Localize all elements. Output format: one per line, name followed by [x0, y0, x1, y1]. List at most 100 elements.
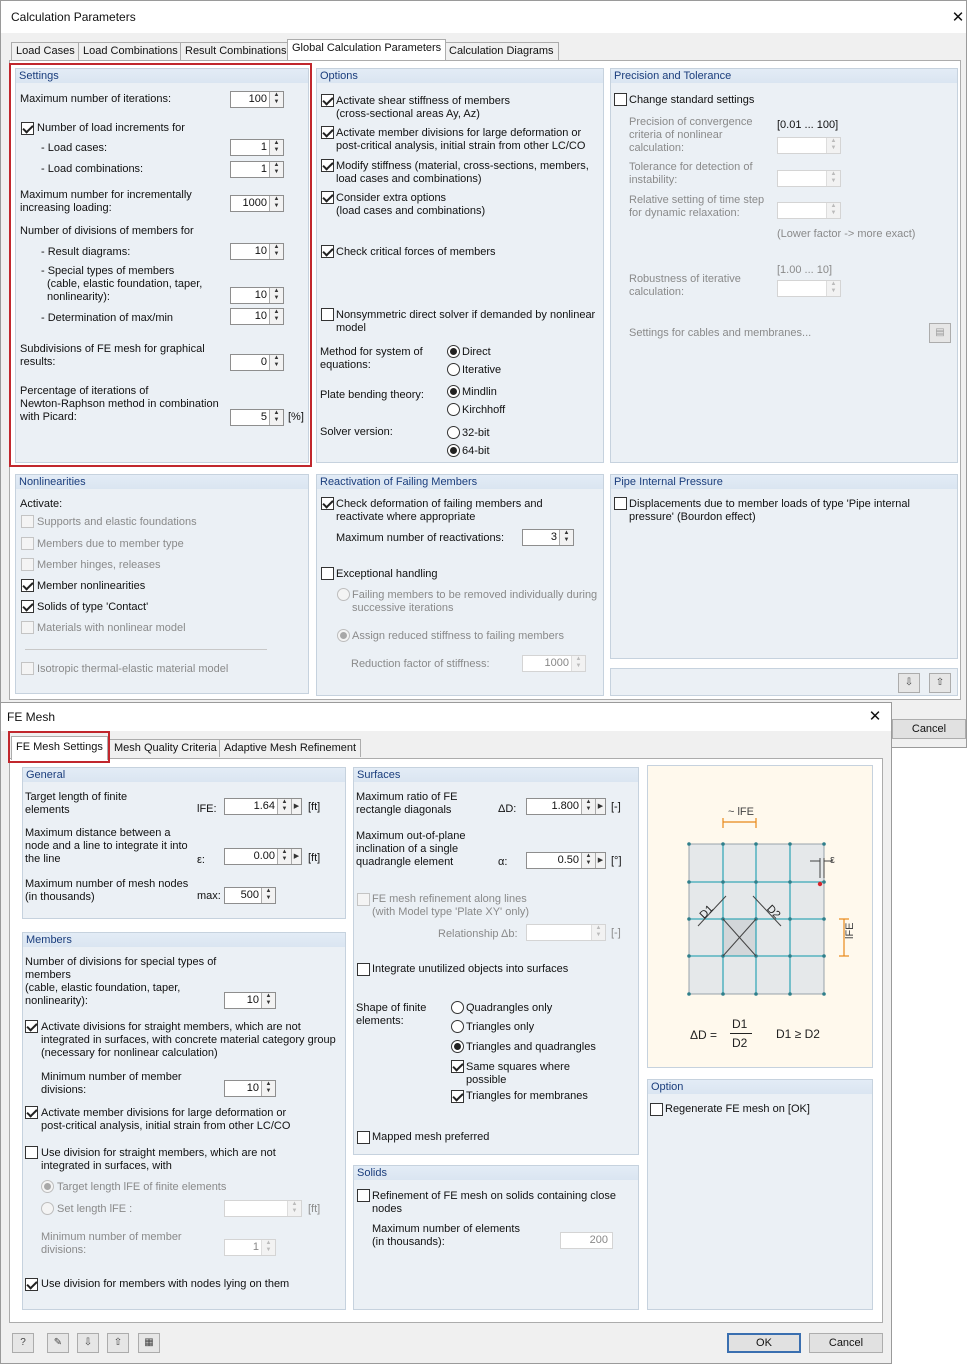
tab-mesh-quality-criteria[interactable]: Mesh Quality Criteria — [109, 739, 222, 757]
spin-arrows-icon[interactable]: ▲ ▼ — [277, 799, 291, 814]
mesh-nodes-spinner[interactable]: 500 ▲ ▼ — [224, 887, 276, 904]
activate-divisions-checkbox[interactable] — [25, 1020, 38, 1033]
spin-arrows-icon[interactable]: ▲ ▼ — [826, 281, 840, 296]
hinges-checkbox[interactable] — [21, 558, 34, 571]
refinement-lines-checkbox[interactable] — [357, 893, 370, 906]
kirchhoff-radio[interactable] — [447, 403, 460, 416]
arrow-right-icon[interactable]: ▶ — [291, 799, 301, 814]
defaults-icon[interactable]: ▦ — [138, 1333, 160, 1353]
member-nonlinearities-checkbox[interactable] — [21, 579, 34, 592]
integrate-checkbox[interactable] — [357, 963, 370, 976]
tab-calculation-diagrams[interactable]: Calculation Diagrams — [444, 42, 559, 60]
triangles-quadrangles-radio[interactable] — [451, 1040, 464, 1053]
spin-arrows-icon[interactable]: ▲ ▼ — [581, 853, 595, 868]
spin-arrows-icon[interactable]: ▲ ▼ — [826, 138, 840, 153]
robustness-spinner[interactable]: ▲ ▼ — [777, 280, 841, 297]
spin-arrows-icon[interactable]: ▲ ▼ — [261, 1081, 275, 1096]
help-icon[interactable]: ? — [12, 1333, 34, 1353]
arrow-right-icon[interactable]: ▶ — [595, 853, 605, 868]
tab-adaptive-mesh-refinement[interactable]: Adaptive Mesh Refinement — [219, 739, 362, 757]
use-division-checkbox[interactable] — [25, 1146, 38, 1159]
change-standard-checkbox[interactable] — [614, 93, 627, 106]
supports-checkbox[interactable] — [21, 515, 34, 528]
min-divisions-2-spinner[interactable]: 1 ▲ ▼ — [224, 1239, 276, 1256]
mapped-mesh-checkbox[interactable] — [357, 1131, 370, 1144]
import-icon[interactable]: ⇩ — [77, 1333, 99, 1353]
mindlin-radio[interactable] — [447, 385, 460, 398]
tab-load-cases[interactable]: Load Cases — [11, 42, 80, 60]
arrow-right-icon[interactable]: ▶ — [595, 799, 605, 814]
spin-arrows-icon[interactable]: ▲ ▼ — [571, 656, 585, 671]
spin-arrows-icon[interactable]: ▲ ▼ — [261, 888, 275, 903]
relationship-spinner[interactable]: ▲ ▼ — [526, 924, 606, 941]
fe-close-icon[interactable]: ✕ — [864, 707, 886, 725]
tolerance-spinner[interactable]: ▲ ▼ — [777, 170, 841, 187]
fe-cancel-button[interactable]: Cancel — [809, 1333, 883, 1353]
set-length-radio[interactable] — [41, 1202, 54, 1215]
edit-icon[interactable]: ✎ — [47, 1333, 69, 1353]
shear-stiffness-checkbox[interactable] — [321, 94, 334, 107]
tab-result-combinations[interactable]: Result Combinations — [180, 42, 292, 60]
min-divisions-spinner[interactable]: 10 ▲ ▼ — [224, 1080, 276, 1097]
max-distance-spinner[interactable]: 0.00 ▲ ▼ ▶ — [224, 848, 302, 865]
exceptional-checkbox[interactable] — [321, 567, 334, 580]
direct-radio[interactable] — [447, 345, 460, 358]
check-deformation-checkbox[interactable] — [321, 497, 334, 510]
max-elements-field[interactable]: 200 — [560, 1232, 613, 1249]
isotropic-checkbox[interactable] — [21, 662, 34, 675]
close-icon[interactable]: ✕ — [947, 8, 967, 26]
32bit-radio[interactable] — [447, 426, 460, 439]
triangles-radio[interactable] — [451, 1020, 464, 1033]
export-icon[interactable]: ⇧ — [929, 673, 951, 693]
calc-cancel-button[interactable]: Cancel — [892, 719, 966, 739]
tab-load-combinations[interactable]: Load Combinations — [78, 42, 183, 60]
spin-arrows-icon[interactable]: ▲ ▼ — [261, 993, 275, 1008]
same-squares-checkbox[interactable] — [451, 1060, 464, 1073]
regenerate-checkbox[interactable] — [650, 1103, 663, 1116]
nodes-lying-checkbox[interactable] — [25, 1278, 38, 1291]
modify-stiffness-checkbox[interactable] — [321, 159, 334, 172]
ok-button[interactable]: OK — [727, 1333, 801, 1353]
quadrangles-radio[interactable] — [451, 1001, 464, 1014]
spin-arrows-icon[interactable]: ▲ ▼ — [591, 925, 605, 940]
time-step-spinner[interactable]: ▲ ▼ — [777, 202, 841, 219]
critical-forces-checkbox[interactable] — [321, 245, 334, 258]
materials-checkbox[interactable] — [21, 621, 34, 634]
member-divisions-checkbox[interactable] — [321, 126, 334, 139]
special-types-spinner[interactable]: 10 ▲ ▼ — [224, 992, 276, 1009]
spin-arrows-icon[interactable]: ▲ ▼ — [277, 849, 291, 864]
triangles-membranes-checkbox[interactable] — [451, 1090, 464, 1103]
spin-arrows-icon[interactable]: ▲ ▼ — [261, 1240, 275, 1255]
set-length-spinner[interactable]: ▲ ▼ — [224, 1200, 302, 1217]
spin-arrows-icon[interactable]: ▲ ▼ — [826, 203, 840, 218]
iterative-radio[interactable] — [447, 363, 460, 376]
convergence-spinner[interactable]: ▲ ▼ — [777, 137, 841, 154]
critical-forces-label: Check critical forces of members — [336, 246, 496, 258]
reduction-factor-spinner[interactable]: 1000 ▲ ▼ — [522, 655, 586, 672]
target-length-radio[interactable] — [41, 1180, 54, 1193]
tab-global-calculation-parameters[interactable]: Global Calculation Parameters — [287, 39, 447, 60]
target-length-spinner[interactable]: 1.64 ▲ ▼ ▶ — [224, 798, 302, 815]
arrow-right-icon[interactable]: ▶ — [291, 849, 301, 864]
large-deformation-checkbox[interactable] — [25, 1106, 38, 1119]
spin-arrows-icon[interactable]: ▲ ▼ — [287, 1201, 301, 1216]
solids-refinement-checkbox[interactable] — [357, 1189, 370, 1202]
failing-removed-radio[interactable] — [337, 588, 350, 601]
spin-arrows-icon[interactable]: ▲ ▼ — [826, 171, 840, 186]
out-of-plane-spinner[interactable]: 0.50 ▲ ▼ ▶ — [526, 852, 606, 869]
extra-options-checkbox[interactable] — [321, 191, 334, 204]
mesh-node — [687, 992, 691, 996]
bourdon-checkbox[interactable] — [614, 497, 627, 510]
max-ratio-spinner[interactable]: 1.800 ▲ ▼ ▶ — [526, 798, 606, 815]
spin-arrows-icon[interactable]: ▲ ▼ — [581, 799, 595, 814]
import-icon[interactable]: ⇩ — [898, 673, 920, 693]
assign-reduced-radio[interactable] — [337, 629, 350, 642]
max-reactivations-spinner[interactable]: 3 ▲ ▼ — [522, 529, 574, 546]
members-type-checkbox[interactable] — [21, 537, 34, 550]
solids-contact-checkbox[interactable] — [21, 600, 34, 613]
cables-settings-icon[interactable]: ▤ — [929, 323, 951, 343]
nonsymmetric-solver-checkbox[interactable] — [321, 308, 334, 321]
export-icon[interactable]: ⇧ — [107, 1333, 129, 1353]
spin-arrows-icon[interactable]: ▲ ▼ — [559, 530, 573, 545]
64bit-radio[interactable] — [447, 444, 460, 457]
